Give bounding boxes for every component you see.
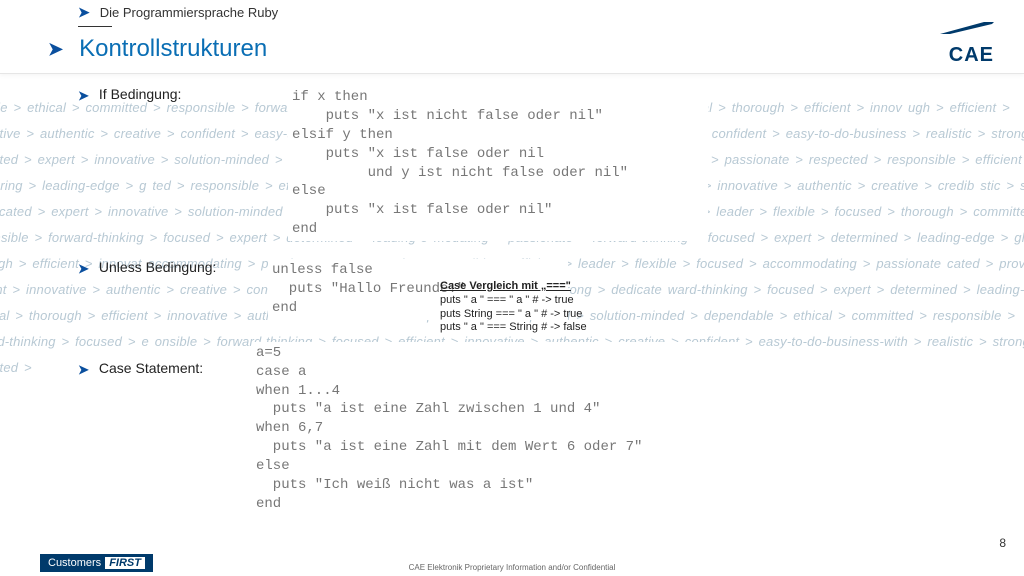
breadcrumb-underline <box>78 26 112 27</box>
slide-content: ➤ If Bedingung: if x then puts "x ist ni… <box>0 74 1024 516</box>
bullet-case: ➤ Case Statement: <box>78 360 238 378</box>
chevron-icon: ➤ <box>78 88 89 104</box>
case-comparison-overlay: Case Vergleich mit „===" puts " a " === … <box>440 280 587 335</box>
footer-first: FIRST <box>105 557 145 569</box>
chevron-icon: ➤ <box>78 362 89 378</box>
customers-first-badge: Customers FIRST <box>40 554 153 572</box>
chevron-icon: ➤ <box>78 4 90 21</box>
if-section: ➤ If Bedingung: if x then puts "x ist ni… <box>0 86 1024 241</box>
slide-header: ➤ Die Programmiersprache Ruby ➤ Kontroll… <box>0 0 1024 74</box>
chevron-icon: ➤ <box>48 39 63 60</box>
page-title: Kontrollstrukturen <box>79 35 267 63</box>
slide-footer: Customers FIRST CAE Elektronik Proprieta… <box>0 550 1024 576</box>
overlay-line-3: puts " a " === String # -> false <box>440 321 587 335</box>
bullet-if-label: If Bedingung: <box>99 86 182 102</box>
breadcrumb-text: Die Programmiersprache Ruby <box>100 5 278 20</box>
breadcrumb: ➤ Die Programmiersprache Ruby <box>78 4 1024 21</box>
overlay-line-1: puts " a " === " a " # -> true <box>440 294 587 308</box>
title-row: ➤ Kontrollstrukturen <box>48 35 1024 63</box>
bullet-unless: ➤ Unless Bedingung: <box>78 259 238 277</box>
footer-customers: Customers <box>48 557 101 569</box>
case-section: ➤ Case Statement: a=5 case a when 1...4 … <box>0 342 1024 516</box>
footer-confidential: CAE Elektronik Proprietary Information a… <box>409 563 616 572</box>
code-if: if x then puts "x ist nicht false oder n… <box>288 86 708 241</box>
brand-logo: CAE <box>938 20 994 67</box>
bullet-case-label: Case Statement: <box>99 360 203 376</box>
overlay-title: Case Vergleich mit „===" <box>440 280 587 294</box>
bullet-unless-label: Unless Bedingung: <box>99 259 217 275</box>
code-case: a=5 case a when 1...4 puts "a ist eine Z… <box>252 342 742 516</box>
overlay-line-2: puts String === " a " # -> true <box>440 308 587 322</box>
page-number: 8 <box>999 536 1006 550</box>
logo-swoosh-icon <box>938 20 994 36</box>
chevron-icon: ➤ <box>78 261 89 277</box>
bullet-if: ➤ If Bedingung: <box>78 86 218 104</box>
logo-text: CAE <box>938 44 994 67</box>
